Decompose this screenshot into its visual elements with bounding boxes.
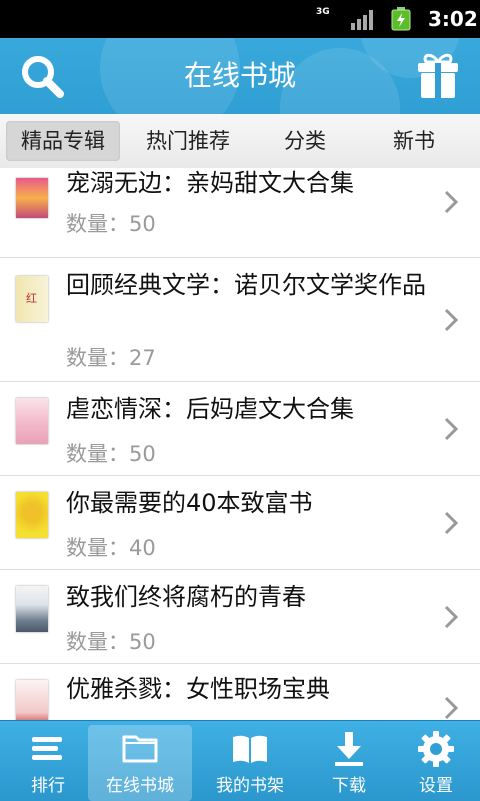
nav-settings[interactable]: 设置 bbox=[388, 721, 480, 801]
nav-online-store[interactable]: 在线书城 bbox=[88, 725, 192, 801]
nav-label: 我的书架 bbox=[216, 776, 284, 796]
tab-hot[interactable]: 热门推荐 bbox=[130, 114, 246, 168]
list-item[interactable]: 虐恋情深：后妈虐文大合集 数量：50 bbox=[0, 382, 480, 476]
book-cover bbox=[16, 586, 48, 632]
book-cover: 红 bbox=[16, 276, 48, 322]
album-count: 数量：40 bbox=[66, 536, 156, 560]
album-title: 致我们终将腐朽的青春 bbox=[66, 583, 306, 611]
album-title: 回顾经典文学：诺贝尔文学奖作品 bbox=[66, 271, 426, 299]
tab-featured[interactable]: 精品专辑 bbox=[6, 121, 120, 161]
chevron-right-icon bbox=[444, 308, 459, 332]
list-item[interactable]: 红 回顾经典文学：诺贝尔文学奖作品 数量：27 bbox=[0, 258, 480, 382]
list-item[interactable]: 优雅杀戮：女性职场宝典 bbox=[0, 664, 480, 720]
folder-icon bbox=[122, 735, 158, 763]
search-icon[interactable] bbox=[18, 52, 66, 100]
nav-label: 下载 bbox=[332, 776, 366, 796]
nav-label: 设置 bbox=[419, 776, 453, 796]
clock: 3:02 bbox=[428, 7, 478, 31]
download-icon bbox=[335, 732, 363, 766]
list-item[interactable]: 你最需要的40本致富书 数量：40 bbox=[0, 476, 480, 570]
nav-ranking[interactable]: 排行 bbox=[0, 721, 96, 801]
album-list: 宠溺无边：亲妈甜文大合集 数量：50 红 回顾经典文学：诺贝尔文学奖作品 数量：… bbox=[0, 168, 480, 720]
book-cover bbox=[16, 680, 48, 720]
album-title: 宠溺无边：亲妈甜文大合集 bbox=[66, 169, 354, 197]
tab-categories[interactable]: 分类 bbox=[256, 114, 354, 168]
gift-icon[interactable] bbox=[414, 50, 462, 100]
status-bar: 3G 3:02 bbox=[0, 0, 480, 38]
album-count: 数量：50 bbox=[66, 442, 156, 466]
title-bar: 在线书城 bbox=[0, 38, 480, 114]
gear-icon bbox=[418, 731, 454, 767]
nav-bookshelf[interactable]: 我的书架 bbox=[202, 721, 298, 801]
chevron-right-icon bbox=[444, 417, 459, 441]
signal-icon bbox=[351, 10, 373, 30]
category-tabs: 精品专辑 热门推荐 分类 新书 bbox=[0, 114, 480, 169]
list-item[interactable]: 宠溺无边：亲妈甜文大合集 数量：50 bbox=[0, 168, 480, 258]
album-title: 虐恋情深：后妈虐文大合集 bbox=[66, 395, 354, 423]
album-title: 优雅杀戮：女性职场宝典 bbox=[66, 675, 330, 703]
chevron-right-icon bbox=[444, 190, 459, 214]
album-count: 数量：50 bbox=[66, 212, 156, 236]
list-item[interactable]: 致我们终将腐朽的青春 数量：50 bbox=[0, 570, 480, 664]
book-cover bbox=[16, 398, 48, 444]
book-cover bbox=[16, 178, 48, 218]
album-title: 你最需要的40本致富书 bbox=[66, 489, 313, 517]
album-count: 数量：27 bbox=[66, 346, 156, 370]
book-cover bbox=[16, 492, 48, 538]
tab-new[interactable]: 新书 bbox=[364, 114, 464, 168]
chevron-right-icon bbox=[444, 511, 459, 535]
album-count: 数量：50 bbox=[66, 630, 156, 654]
battery-icon bbox=[391, 7, 411, 31]
chevron-right-icon bbox=[444, 696, 459, 720]
page-title: 在线书城 bbox=[183, 59, 296, 92]
list-icon bbox=[32, 737, 62, 760]
book-icon bbox=[233, 735, 267, 763]
bottom-navigation: 排行 在线书城 我的书架 下载 设置 bbox=[0, 720, 480, 801]
network-type: 3G bbox=[316, 7, 330, 17]
nav-download[interactable]: 下载 bbox=[301, 721, 397, 801]
nav-label: 排行 bbox=[31, 776, 65, 796]
nav-label: 在线书城 bbox=[106, 776, 174, 796]
chevron-right-icon bbox=[444, 605, 459, 629]
